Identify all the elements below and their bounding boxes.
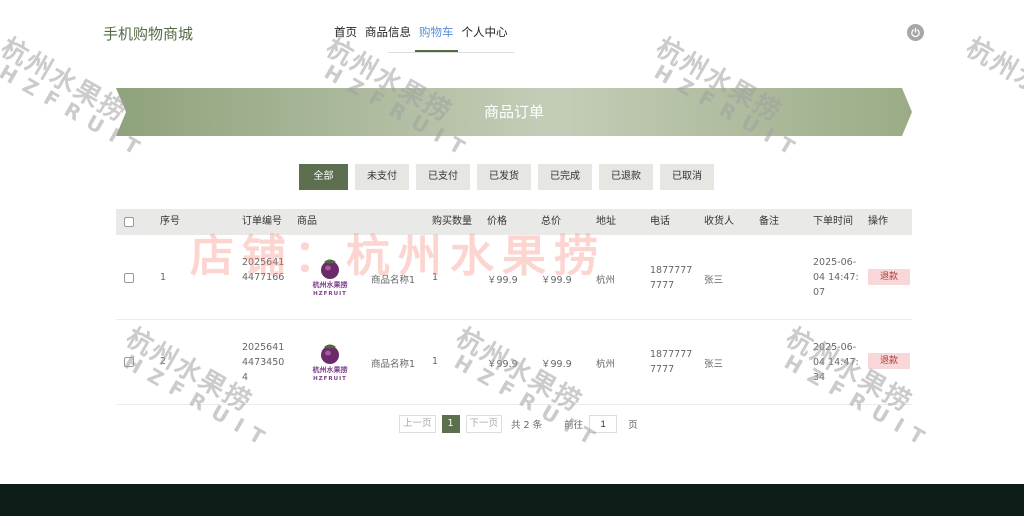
th-time: 下单时间 [813,216,853,227]
address: 杭州 [596,275,616,286]
phone-line: 7777 [650,364,675,375]
order-time: 2025-06- 04 14:47: 07 [813,255,859,300]
row-index: 1 [160,272,167,283]
tab-refunded[interactable]: 已退款 [599,164,653,190]
status-tabs: 全部 未支付 已支付 已发货 已完成 已退款 已取消 [299,164,714,190]
product-logo-text: HZFRUIT [313,291,347,297]
nav-profile[interactable]: 个人中心 [458,24,512,52]
th-qty: 购买数量 [432,216,472,227]
phone: 1877777 7777 [650,263,692,293]
page-title: 商品订单 [483,103,544,121]
time-line: 04 14:47: [813,357,859,368]
product-image: 杭州水果捞 HZFRUIT [308,257,352,297]
order-number: 2025641 4477166 [242,255,284,285]
prev-page-button[interactable]: 上一页 [399,415,436,433]
page: 手机购物商城 首页 商品信息 购物车 个人中心 商品订单 全部 未支付 已支付 … [0,0,1024,516]
order-time: 2025-06- 04 14:47: 34 [813,340,859,385]
product-logo-text: HZFRUIT [313,376,347,382]
row-index: 2 [160,356,167,367]
refund-button[interactable]: 退款 [868,269,910,285]
tab-shipped[interactable]: 已发货 [477,164,531,190]
tab-paid[interactable]: 已支付 [416,164,470,190]
th-price: 价格 [487,216,507,227]
time-line: 34 [813,372,826,383]
phone: 1877777 7777 [650,347,692,377]
order-number-line: 2025641 [242,342,285,353]
tab-completed[interactable]: 已完成 [538,164,592,190]
nav-divider [388,52,514,53]
order-number-line: 4473450 [242,357,285,368]
nav-cart[interactable]: 购物车 [415,24,458,52]
order-number: 2025641 4473450 4 [242,340,284,385]
order-number-line: 4477166 [242,272,285,283]
row-checkbox[interactable] [124,273,134,283]
next-page-button[interactable]: 下一页 [465,415,503,433]
page-number-current[interactable]: 1 [441,415,460,433]
phone-line: 1877777 [650,265,693,276]
product-name: 商品名称1 [371,275,416,286]
phone-line: 1877777 [650,349,693,360]
order-table: 序号 订单编号 商品 购买数量 价格 总价 地址 电话 收货人 备注 下单时间 … [116,209,912,405]
price: ￥99.9 [487,275,518,286]
time-line: 2025-06- [813,257,857,268]
th-receiver: 收货人 [704,216,734,227]
pagination: 上一页 1 下一页 共 2 条 前往 页 [399,415,638,433]
product-logo-text: 杭州水果捞 [313,365,348,374]
page-unit-label: 页 [628,420,638,431]
tab-all[interactable]: 全部 [299,164,348,190]
quantity: 1 [432,272,439,283]
tab-unpaid[interactable]: 未支付 [355,164,409,190]
order-number-line: 4 [242,372,249,383]
product-image: 杭州水果捞 HZFRUIT [308,342,352,382]
total: ￥99.9 [541,359,572,370]
tab-cancelled[interactable]: 已取消 [660,164,714,190]
th-total: 总价 [541,216,561,227]
receiver: 张三 [704,359,724,370]
th-product: 商品 [297,216,317,227]
time-line: 04 14:47: [813,272,859,283]
table-header: 序号 订单编号 商品 购买数量 价格 总价 地址 电话 收货人 备注 下单时间 … [116,209,912,235]
time-line: 07 [813,287,826,298]
order-number-line: 2025641 [242,257,285,268]
site-title[interactable]: 手机购物商城 [103,23,193,44]
th-phone: 电话 [650,216,670,227]
footer-bar [0,484,1024,516]
page-jump-input[interactable] [589,415,618,433]
product-logo-text: 杭州水果捞 [313,280,348,289]
total: ￥99.9 [541,275,572,286]
th-index: 序号 [160,216,180,227]
th-note: 备注 [759,216,779,227]
th-action: 操作 [868,216,888,227]
main-nav: 首页 商品信息 购物车 个人中心 [330,24,512,52]
goto-label: 前往 [564,420,584,431]
price: ￥99.9 [487,359,518,370]
power-icon[interactable] [907,24,924,41]
phone-line: 7777 [650,280,675,291]
row-checkbox[interactable] [124,357,134,367]
th-order-no: 订单编号 [242,216,282,227]
table-row: 1 2025641 4477166 杭州水果捞 HZFRUIT 商品名称1 1 … [116,235,912,320]
refund-button[interactable]: 退款 [868,353,910,369]
quantity: 1 [432,356,439,367]
nav-home[interactable]: 首页 [330,24,361,52]
nav-products[interactable]: 商品信息 [361,24,415,52]
product-name: 商品名称1 [371,359,416,370]
table-row: 2 2025641 4473450 4 杭州水果捞 HZFRUIT 商品名称1 … [116,320,912,405]
time-line: 2025-06- [813,342,857,353]
th-address: 地址 [596,216,616,227]
receiver: 张三 [704,275,724,286]
watermark-tile: 杭州水果捞 [960,32,1024,129]
total-count: 共 2 条 [511,420,543,431]
address: 杭州 [596,359,616,370]
select-all-checkbox[interactable] [124,217,134,227]
